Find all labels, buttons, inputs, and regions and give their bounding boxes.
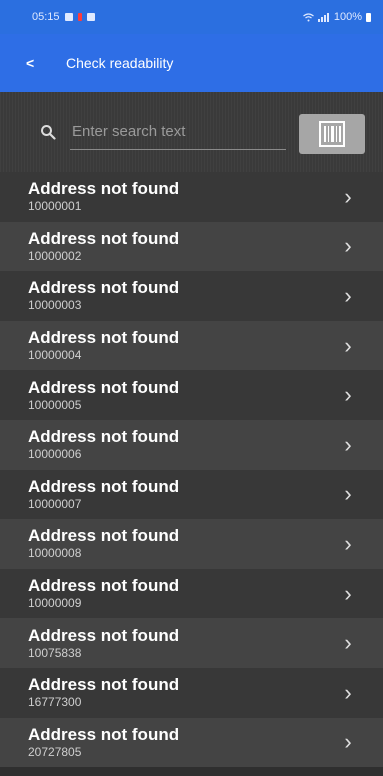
barcode-scan-button[interactable]: [299, 114, 365, 154]
list-item-code: 10000004: [28, 348, 82, 363]
chevron-right-icon: ›: [344, 580, 352, 606]
search-bar: [0, 92, 383, 172]
list-item-code: 10000005: [28, 397, 82, 412]
list-item-text: Address not found 10075838: [28, 626, 341, 661]
battery-percent: 100%: [333, 11, 362, 23]
list-item-code: 10000007: [28, 496, 82, 511]
list-item-title: Address not found: [28, 675, 180, 695]
list-item-text: Address not found 10000002: [28, 229, 341, 264]
wifi-icon: [302, 12, 314, 21]
list-item-title: Address not found: [28, 427, 180, 447]
chevron-right-icon: ›: [344, 382, 352, 408]
barcode-icon: [319, 121, 345, 147]
app-bar: < Check readability: [0, 34, 383, 92]
list-item[interactable]: Address not found 10000008 ›: [0, 519, 383, 569]
page-title: Check readability: [66, 55, 174, 71]
list-item[interactable]: Address not found 10000002 ›: [0, 221, 383, 272]
notification-icon: [77, 13, 82, 21]
list-item-text: Address not found 20727805: [28, 725, 341, 760]
chevron-right-icon: ›: [344, 233, 352, 259]
chevron-right-icon: ›: [344, 481, 352, 507]
status-bar: 05:15 100%: [0, 0, 383, 34]
list-item-title: Address not found: [28, 377, 180, 397]
list-item-text: Address not found 10000006: [28, 427, 341, 462]
list-item-title: Address not found: [28, 179, 180, 199]
chevron-right-icon: ›: [344, 431, 352, 457]
chevron-right-icon: ›: [344, 183, 352, 209]
battery-icon: [366, 12, 371, 22]
list-item-text: Address not found 10000008: [28, 526, 341, 561]
list-item-code: 10000006: [28, 447, 82, 462]
back-icon[interactable]: <: [26, 55, 46, 71]
list-item-code: 10000001: [28, 199, 82, 214]
list-item-text: Address not found 16777300: [28, 675, 341, 710]
search-icon: [41, 125, 56, 140]
list-item[interactable]: Address not found 10000003 ›: [0, 271, 383, 321]
status-left: 05:15: [32, 11, 95, 23]
list-item[interactable]: Address not found 10075838 ›: [0, 618, 383, 668]
list-item-text: Address not found 10000001: [28, 179, 341, 214]
list-item-code: 10000003: [28, 298, 82, 313]
chevron-right-icon: ›: [344, 530, 352, 556]
list-item-code: 20727805: [28, 744, 82, 759]
list-item[interactable]: Address not found 10000001 ›: [0, 172, 383, 222]
list-item-code: 10075838: [28, 645, 82, 660]
list-item-text: Address not found 10000009: [28, 576, 341, 611]
list-item[interactable]: Address not found 10000009 ›: [0, 568, 383, 619]
gallery-icon: [64, 13, 73, 21]
search-input[interactable]: [70, 114, 286, 150]
chevron-right-icon: ›: [344, 332, 352, 358]
list-item-title: Address not found: [28, 228, 180, 248]
list-item-code: 16777300: [28, 695, 82, 710]
list-item-text: Address not found 10000004: [28, 328, 341, 363]
list-item-code: 10000002: [28, 248, 82, 263]
signal-icon: [317, 12, 329, 22]
list-item-title: Address not found: [28, 625, 180, 645]
chevron-right-icon: ›: [344, 630, 352, 656]
list-item[interactable]: Address not found 10000007 ›: [0, 469, 383, 520]
list-item[interactable]: Address not found 16777300 ›: [0, 667, 383, 718]
list-item-code: 10000009: [28, 596, 82, 611]
list-item-text: Address not found 10000007: [28, 477, 341, 512]
list-item-title: Address not found: [28, 476, 180, 496]
list-item-text: Address not found 10000005: [28, 378, 341, 413]
list-item-title: Address not found: [28, 576, 180, 596]
list-item-title: Address not found: [28, 278, 180, 298]
list-item-title: Address not found: [28, 328, 180, 348]
status-right: 100%: [302, 11, 371, 23]
list-item[interactable]: Address not found 10000006 ›: [0, 419, 383, 470]
address-list: Address not found 10000001 › Address not fo…: [0, 172, 383, 768]
list-item[interactable]: Address not found 10000005 ›: [0, 370, 383, 420]
list-item-title: Address not found: [28, 724, 180, 744]
chevron-right-icon: ›: [344, 282, 352, 308]
list-item[interactable]: Address not found 20727805 ›: [0, 717, 383, 768]
phone-screen: 05:15 100% < Check readability Enter sea…: [0, 0, 383, 776]
list-item-code: 10000008: [28, 546, 82, 561]
list-item-text: Address not found 10000003: [28, 278, 341, 313]
chevron-right-icon: ›: [344, 679, 352, 705]
list-item-title: Address not found: [28, 526, 180, 546]
chevron-right-icon: ›: [344, 729, 352, 755]
status-time: 05:15: [32, 11, 60, 23]
list-item[interactable]: Address not found 10000004 ›: [0, 320, 383, 371]
app-icon: [86, 13, 95, 21]
